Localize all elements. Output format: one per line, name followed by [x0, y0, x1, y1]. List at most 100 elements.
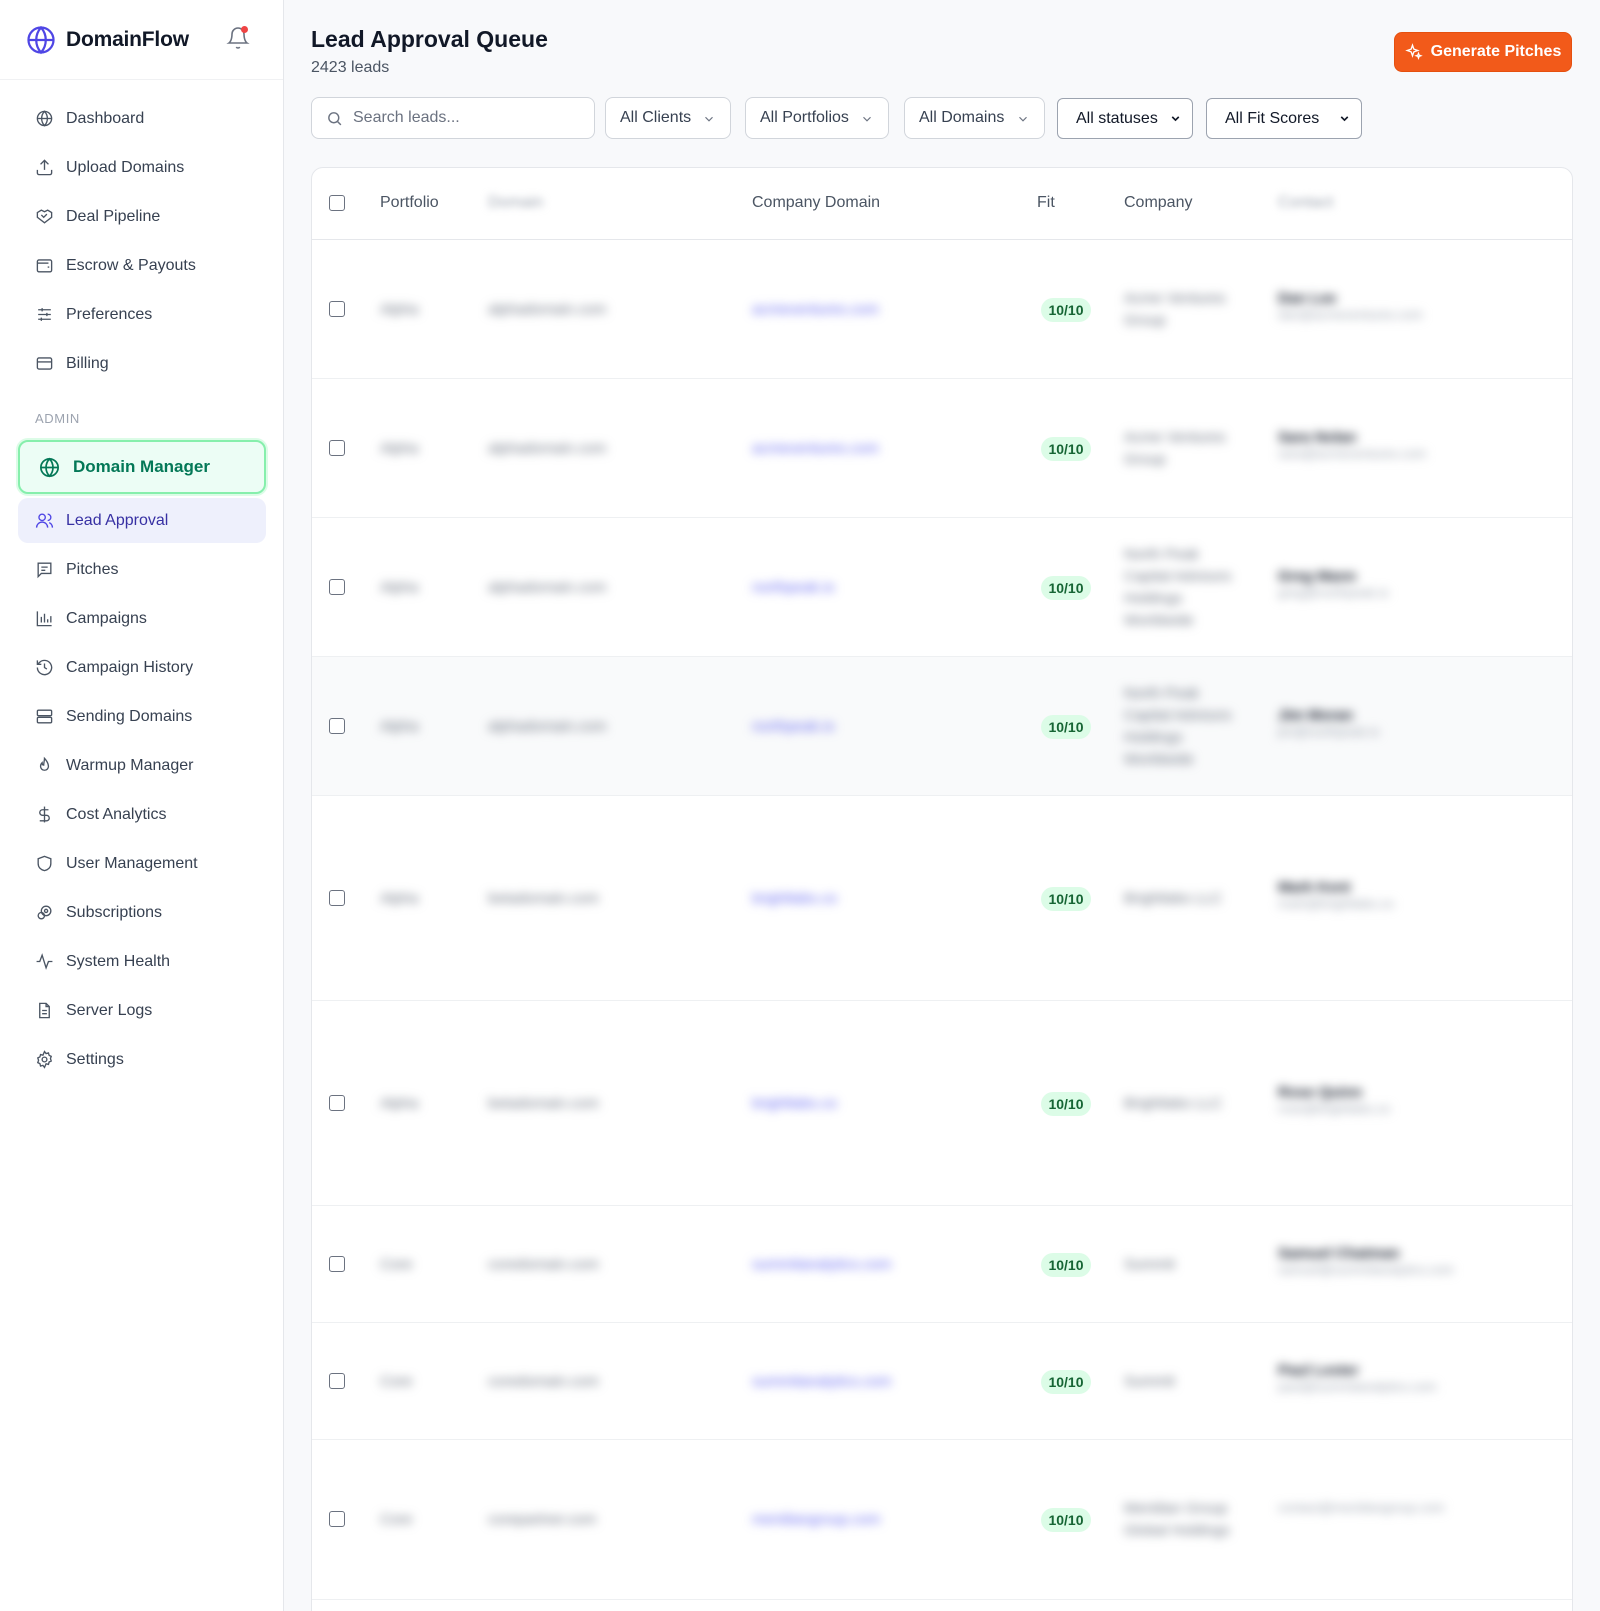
- row-checkbox[interactable]: [329, 889, 345, 906]
- sidebar-item-upload-domains[interactable]: Upload Domains: [18, 145, 266, 190]
- portfolio-cell: Alpha: [380, 1094, 419, 1112]
- sidebar-item-lead-approval[interactable]: Lead Approval: [18, 498, 266, 543]
- row-checkbox[interactable]: [329, 1511, 345, 1527]
- row-checkbox[interactable]: [329, 1372, 345, 1389]
- fit-score-badge: 10/10: [1041, 1369, 1091, 1394]
- row-checkbox[interactable]: [329, 300, 345, 317]
- search-icon: [328, 111, 342, 125]
- company-domain-link[interactable]: acmeventures.com: [752, 301, 879, 318]
- sidebar-item-deal-pipeline[interactable]: Deal Pipeline: [18, 194, 266, 239]
- main-content: Lead Approval Queue 2423 leads Generate …: [284, 0, 1600, 1611]
- table-row[interactable]: Core corepartner.com meridiangroup.com 10/1…: [312, 1440, 1572, 1600]
- portfolio-cell: Alpha: [380, 578, 419, 596]
- sidebar-item-escrow-payouts[interactable]: Escrow & Payouts: [18, 243, 266, 288]
- row-checkbox[interactable]: [329, 1255, 345, 1272]
- status-select-value: All statuses: [1076, 109, 1158, 127]
- row-checkbox[interactable]: [329, 717, 345, 734]
- table-row[interactable]: Alpha alphadomain.com northpeak.io 10/10 Nor…: [312, 518, 1572, 657]
- company-domain-link[interactable]: acmeventures.com: [752, 440, 879, 457]
- gear-icon: [36, 1050, 53, 1069]
- clients-dropdown[interactable]: All Clients: [605, 97, 731, 139]
- company-domain-link[interactable]: brightlabs.co: [752, 890, 837, 907]
- sidebar-item-cost-analytics[interactable]: Cost Analytics: [18, 792, 266, 837]
- company-cell: Summit: [1124, 1254, 1175, 1276]
- company-name-line: Group: [1124, 450, 1166, 468]
- contact-cell: Rose Quinn rose@brightlabs.co: [1278, 1084, 1390, 1116]
- column-header-company-domain[interactable]: Company Domain: [752, 194, 880, 212]
- handshake-icon: [36, 209, 53, 224]
- sidebar-item-campaign-history[interactable]: Campaign History: [18, 645, 266, 690]
- table-row[interactable]: Core coredomain.com summitanalytics.com 10/…: [312, 1206, 1572, 1323]
- search-input[interactable]: [353, 109, 583, 127]
- domains-dropdown[interactable]: All Domains: [904, 97, 1045, 139]
- row-checkbox[interactable]: [329, 439, 345, 456]
- status-select[interactable]: All statuses: [1057, 98, 1193, 139]
- table-row[interactable]: Core coredomain.com summitanalytics.com 10/…: [312, 1323, 1572, 1440]
- contact-name: Sara Nolan: [1278, 428, 1357, 446]
- sidebar-item-warmup-manager[interactable]: Warmup Manager: [18, 743, 266, 788]
- table-row[interactable]: Alpha betadomain.com brightlabs.co 10/10 Bri…: [312, 1001, 1572, 1206]
- table-row[interactable]: Alpha alphadomain.com acmeventures.com 10/1…: [312, 379, 1572, 518]
- sidebar-item-billing[interactable]: Billing: [18, 341, 266, 386]
- company-domain-link[interactable]: meridiangroup.com: [752, 1511, 880, 1528]
- column-header-domain[interactable]: Domain: [488, 194, 543, 212]
- sidebar-item-user-management[interactable]: User Management: [18, 841, 266, 886]
- notifications-button[interactable]: [226, 26, 250, 50]
- portfolio-cell: Alpha: [380, 717, 419, 735]
- dollar-icon: [39, 806, 50, 823]
- sidebar-item-label: Domain Manager: [73, 457, 210, 476]
- generate-pitches-button[interactable]: Generate Pitches: [1394, 32, 1572, 72]
- table-row[interactable]: Alpha betadomain.com brightlabs.co 10/10 Bri…: [312, 796, 1572, 1001]
- fit-score-select[interactable]: All Fit Scores: [1206, 98, 1362, 139]
- column-header-portfolio[interactable]: Portfolio: [380, 194, 439, 212]
- company-domain-link[interactable]: summitanalytics.com: [752, 1256, 891, 1273]
- sidebar-item-dashboard[interactable]: Dashboard: [18, 96, 266, 141]
- portfolios-dropdown[interactable]: All Portfolios: [745, 97, 889, 139]
- contact-name: Mark Kent: [1278, 878, 1351, 896]
- sidebar-item-domain-manager[interactable]: Domain Manager: [18, 440, 266, 494]
- column-header-contact[interactable]: Contact: [1278, 194, 1333, 212]
- company-cell: Brightlabs LLC: [1124, 888, 1222, 910]
- sidebar-item-label: Cost Analytics: [66, 805, 167, 823]
- sidebar-item-pitches[interactable]: Pitches: [18, 547, 266, 592]
- sidebar-item-label: Server Logs: [66, 1001, 153, 1019]
- lead-count: 2423 leads: [311, 59, 390, 76]
- sidebar-item-preferences[interactable]: Preferences: [18, 292, 266, 337]
- company-domain-link[interactable]: brightlabs.co: [752, 1095, 837, 1112]
- sidebar-item-label: Lead Approval: [66, 511, 169, 529]
- sidebar-item-campaigns[interactable]: Campaigns: [18, 596, 266, 641]
- domain-cell: betadomain.com: [488, 1094, 599, 1112]
- table-row[interactable]: Alpha alphadomain.com northpeak.io 10/10 Nor…: [312, 657, 1572, 796]
- search-box[interactable]: [311, 97, 595, 139]
- fit-score-badge: 10/10: [1041, 1508, 1091, 1532]
- sidebar: DomainFlow Dashboard Upload Domains Deal…: [0, 0, 284, 1611]
- column-header-fit[interactable]: Fit: [1037, 194, 1055, 212]
- company-domain-link[interactable]: northpeak.io: [752, 579, 835, 596]
- sidebar-item-subscriptions[interactable]: Subscriptions: [18, 890, 266, 935]
- admin-section-label: ADMIN: [35, 411, 80, 426]
- row-checkbox[interactable]: [329, 578, 345, 595]
- clients-dropdown-value: All Clients: [620, 109, 692, 126]
- fit-score-badge: 10/10: [1041, 714, 1091, 739]
- sidebar-item-sending-domains[interactable]: Sending Domains: [18, 694, 266, 739]
- fit-score-badge: 10/10: [1041, 575, 1091, 600]
- sidebar-item-label: Campaigns: [66, 609, 147, 627]
- contact-name: Paul Lester: [1278, 1361, 1359, 1379]
- table-row[interactable]: Alpha alphadomain.com acmeventures.com 10/1…: [312, 240, 1572, 379]
- row-checkbox[interactable]: [329, 1094, 345, 1111]
- sidebar-item-label: System Health: [66, 952, 171, 970]
- table-header: Portfolio Domain Company Domain Fit Comp…: [312, 168, 1572, 240]
- bar-chart-icon: [36, 611, 52, 627]
- select-all-checkbox[interactable]: [329, 195, 345, 211]
- company-name-line: Worldwide: [1124, 750, 1194, 768]
- column-header-company[interactable]: Company: [1124, 194, 1192, 212]
- portfolio-cell: Alpha: [380, 300, 419, 318]
- company-cell: North Peak Capital Advisors Holdings Worldw…: [1124, 683, 1232, 771]
- subscription-icon: [37, 905, 52, 920]
- sidebar-item-settings[interactable]: Settings: [18, 1037, 266, 1082]
- sidebar-item-system-health[interactable]: System Health: [18, 939, 266, 984]
- company-domain-link[interactable]: summitanalytics.com: [752, 1373, 891, 1390]
- company-domain-link[interactable]: northpeak.io: [752, 718, 835, 735]
- sidebar-item-server-logs[interactable]: Server Logs: [18, 988, 266, 1033]
- sliders-icon: [38, 308, 51, 321]
